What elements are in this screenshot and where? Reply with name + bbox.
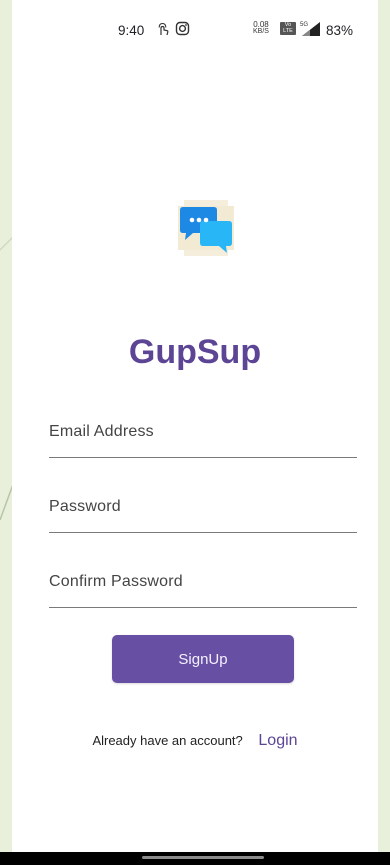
volte-bottom-label: LTE [283,28,293,34]
chat-bubbles-icon [178,200,234,256]
signup-screen: 9:40 0.08 KB/S Vo LTE 5G 83% GupSup Emai… [12,0,378,852]
password-field[interactable] [49,498,357,516]
battery-percentage: 83% [326,23,354,38]
navigation-bar [0,852,390,865]
network-speed: 0.08 KB/S [253,20,269,36]
touch-gesture-icon [158,22,169,36]
email-field-wrapper [49,417,357,458]
login-link[interactable]: Login [258,732,297,749]
volte-icon: Vo LTE [280,22,296,35]
login-prompt-row: Already have an account? Login [12,732,378,750]
signup-button[interactable]: SignUp [112,635,294,683]
network-speed-unit: KB/S [253,28,269,35]
app-title: GupSup [128,333,262,371]
confirm-password-field[interactable] [49,573,357,591]
status-time: 9:40 [118,23,145,38]
network-speed-value: 0.08 [253,20,269,29]
email-field[interactable] [49,423,357,441]
status-bar: 9:40 0.08 KB/S Vo LTE 5G 83% [12,0,378,60]
signal-5g-icon: 5G [300,22,320,36]
home-gesture-handle[interactable] [142,856,264,859]
confirm-password-field-wrapper [49,567,357,608]
password-field-wrapper [49,492,357,533]
instagram-icon [175,21,190,36]
login-prompt-text: Already have an account? [92,733,243,748]
network-type-label: 5G [300,22,308,28]
